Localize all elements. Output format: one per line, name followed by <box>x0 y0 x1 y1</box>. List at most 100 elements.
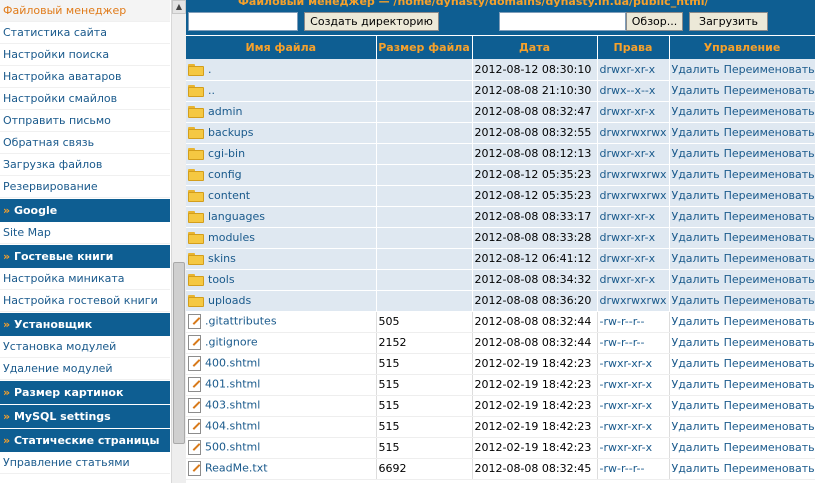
rename-link[interactable]: Переименовать <box>724 462 814 475</box>
sidebar-section-header[interactable]: » MySQL settings <box>0 404 170 428</box>
rename-link[interactable]: Переименовать <box>724 294 814 307</box>
file-permissions-link[interactable]: -rwxr-xr-x <box>597 437 670 459</box>
file-name-cell[interactable]: config <box>186 164 377 186</box>
column-header-name[interactable]: Имя файла <box>186 36 377 59</box>
rename-link[interactable]: Переименовать <box>724 441 814 454</box>
file-name-link[interactable]: 404.shtml <box>205 420 260 433</box>
rename-link[interactable]: Переименовать <box>724 105 814 118</box>
delete-link[interactable]: Удалить <box>672 231 720 244</box>
file-name-cell[interactable]: languages <box>186 206 377 228</box>
file-name-cell[interactable]: .gitignore <box>186 332 377 354</box>
file-permissions-link[interactable]: -rwxr-xr-x <box>597 395 670 417</box>
file-name-link[interactable]: uploads <box>208 294 251 307</box>
file-name-link[interactable]: .gitignore <box>205 336 258 349</box>
delete-link[interactable]: Удалить <box>672 84 720 97</box>
sidebar-section-header[interactable]: » Google <box>0 198 170 222</box>
rename-link[interactable]: Переименовать <box>724 210 814 223</box>
delete-link[interactable]: Удалить <box>672 378 720 391</box>
rename-link[interactable]: Переименовать <box>724 315 814 328</box>
file-name-link[interactable]: backups <box>208 126 254 139</box>
file-name-link[interactable]: content <box>208 189 250 202</box>
delete-link[interactable]: Удалить <box>672 273 720 286</box>
file-name-cell[interactable]: 400.shtml <box>186 353 377 375</box>
file-name-link[interactable]: 400.shtml <box>205 357 260 370</box>
sidebar-item[interactable]: Установка модулей <box>0 336 170 358</box>
file-permissions-link[interactable]: drwx--x--x <box>597 80 670 102</box>
sidebar-item[interactable]: Настройка гостевой книги <box>0 290 170 312</box>
delete-link[interactable]: Удалить <box>672 252 720 265</box>
file-name-link[interactable]: 500.shtml <box>205 441 260 454</box>
rename-link[interactable]: Переименовать <box>724 84 814 97</box>
delete-link[interactable]: Удалить <box>672 441 720 454</box>
file-name-link[interactable]: 403.shtml <box>205 399 260 412</box>
rename-link[interactable]: Переименовать <box>724 231 814 244</box>
delete-link[interactable]: Удалить <box>672 63 720 76</box>
file-name-cell[interactable]: tools <box>186 269 377 291</box>
sidebar-item[interactable]: Резервирование <box>0 176 170 198</box>
file-name-cell[interactable]: uploads <box>186 290 377 312</box>
file-permissions-link[interactable]: -rwxr-xr-x <box>597 353 670 375</box>
file-name-cell[interactable]: .gitattributes <box>186 311 377 333</box>
file-permissions-link[interactable]: -rwxr-xr-x <box>597 374 670 396</box>
rename-link[interactable]: Переименовать <box>724 420 814 433</box>
sidebar-item[interactable]: Настройки смайлов <box>0 88 170 110</box>
sidebar-item[interactable]: Настройки поиска <box>0 44 170 66</box>
file-name-cell[interactable]: 403.shtml <box>186 395 377 417</box>
sidebar-item[interactable]: Статистика сайта <box>0 22 170 44</box>
file-permissions-link[interactable]: drwxr-xr-x <box>597 101 670 123</box>
sidebar-section-header[interactable]: » Установщик <box>0 312 170 336</box>
file-name-link[interactable]: 401.shtml <box>205 378 260 391</box>
sidebar-item[interactable]: Настройка миниката <box>0 268 170 290</box>
sidebar-item[interactable]: Удаление модулей <box>0 358 170 380</box>
new-directory-input[interactable] <box>188 12 298 31</box>
delete-link[interactable]: Удалить <box>672 126 720 139</box>
file-permissions-link[interactable]: drwxr-xr-x <box>597 227 670 249</box>
browse-button[interactable]: Обзор... <box>626 12 683 31</box>
file-permissions-link[interactable]: -rw-r--r-- <box>597 332 670 354</box>
file-name-link[interactable]: admin <box>208 105 242 118</box>
upload-button[interactable]: Загрузить <box>689 12 768 31</box>
file-name-cell[interactable]: .. <box>186 80 377 102</box>
scroll-up-arrow-icon[interactable]: ▲ <box>172 0 186 14</box>
file-name-link[interactable]: cgi-bin <box>208 147 245 160</box>
column-header-size[interactable]: Размер файла <box>376 36 473 59</box>
delete-link[interactable]: Удалить <box>672 315 720 328</box>
file-name-link[interactable]: config <box>208 168 242 181</box>
sidebar-scrollbar[interactable]: ▲ <box>171 0 186 483</box>
rename-link[interactable]: Переименовать <box>724 399 814 412</box>
delete-link[interactable]: Удалить <box>672 357 720 370</box>
file-name-cell[interactable]: 401.shtml <box>186 374 377 396</box>
delete-link[interactable]: Удалить <box>672 210 720 223</box>
sidebar-item[interactable]: Загрузка файлов <box>0 154 170 176</box>
delete-link[interactable]: Удалить <box>672 294 720 307</box>
delete-link[interactable]: Удалить <box>672 336 720 349</box>
file-name-link[interactable]: . <box>208 63 212 76</box>
file-name-link[interactable]: .gitattributes <box>205 315 277 328</box>
file-permissions-link[interactable]: drwxrwxrwx <box>597 185 670 207</box>
delete-link[interactable]: Удалить <box>672 168 720 181</box>
rename-link[interactable]: Переименовать <box>724 273 814 286</box>
delete-link[interactable]: Удалить <box>672 105 720 118</box>
sidebar-section-header[interactable]: » Гостевые книги <box>0 244 170 268</box>
file-permissions-link[interactable]: drwxrwxrwx <box>597 290 670 312</box>
file-name-cell[interactable]: backups <box>186 122 377 144</box>
file-name-cell[interactable]: cgi-bin <box>186 143 377 165</box>
delete-link[interactable]: Удалить <box>672 399 720 412</box>
file-permissions-link[interactable]: -rwxr-xr-x <box>597 416 670 438</box>
file-name-cell[interactable]: modules <box>186 227 377 249</box>
file-permissions-link[interactable]: drwxrwxrwx <box>597 164 670 186</box>
file-name-cell[interactable]: . <box>186 59 377 81</box>
file-permissions-link[interactable]: drwxr-xr-x <box>597 143 670 165</box>
file-name-cell[interactable]: ReadMe.txt <box>186 458 377 480</box>
column-header-date[interactable]: Дата <box>472 36 598 59</box>
file-name-link[interactable]: languages <box>208 210 265 223</box>
file-permissions-link[interactable]: drwxr-xr-x <box>597 59 670 81</box>
file-name-cell[interactable]: 500.shtml <box>186 437 377 459</box>
column-header-permissions[interactable]: Права <box>597 36 670 59</box>
file-name-cell[interactable]: admin <box>186 101 377 123</box>
file-permissions-link[interactable]: -rw-r--r-- <box>597 311 670 333</box>
file-name-link[interactable]: tools <box>208 273 235 286</box>
file-name-link[interactable]: modules <box>208 231 255 244</box>
file-permissions-link[interactable]: drwxrwxrwx <box>597 122 670 144</box>
file-name-link[interactable]: .. <box>208 84 215 97</box>
